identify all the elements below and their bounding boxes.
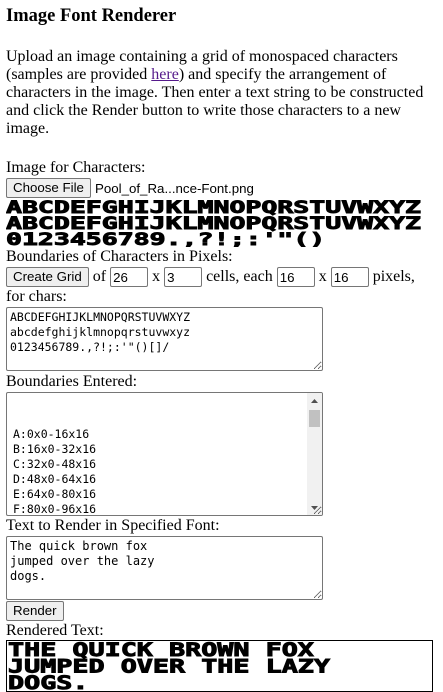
create-grid-button[interactable]: Create Grid [6, 267, 89, 287]
x-text-1: x [152, 268, 161, 285]
boundary-line: A:0x0-16x16 [13, 427, 90, 441]
for-chars-label: for chars: [6, 288, 67, 305]
choose-file-button[interactable]: Choose File [6, 178, 91, 198]
file-input[interactable]: Choose File Pool_of_Ra...nce-Font.png [6, 178, 437, 198]
rows-input[interactable] [164, 267, 203, 287]
of-text: of [92, 268, 107, 285]
rendered-label: Rendered Text: [6, 622, 104, 639]
cell-height-input[interactable] [330, 267, 369, 287]
boundaries-lines: A:0x0-16x16 B:16x0-32x16 C:32x0-48x16 D:48x… [10, 425, 319, 516]
page-title: Image Font Renderer [6, 6, 177, 26]
cells-each-text: cells, each [206, 268, 273, 285]
rendered-image: THE QUICK BROWN FOXJUMPED OVER THE LAZYD… [8, 641, 332, 691]
scroll-up-icon[interactable] [307, 393, 322, 408]
rendered-output: THE QUICK BROWN FOX JUMPED OVER THE LAZY D… [6, 640, 433, 692]
image-label: Image for Characters: [6, 159, 146, 176]
cols-input[interactable] [110, 267, 149, 287]
bitmap-text-row: 0123456789.,?!;:'"() [6, 230, 325, 247]
render-button[interactable]: Render [6, 601, 64, 621]
cell-width-input[interactable] [276, 267, 315, 287]
font-preview-image: ABCDEFGHIJKLMNOPQRSTUVWXYZABCDEFGHIJKLMN… [6, 199, 421, 247]
entered-label: Boundaries Entered: [6, 373, 138, 390]
samples-link[interactable]: here [151, 66, 179, 83]
boundary-line: F:80x0-96x16 [13, 502, 97, 516]
scrollbar[interactable] [307, 393, 322, 515]
grid-controls: Create Grid of x cells, each x pixels, [6, 266, 437, 288]
render-row: Render [6, 600, 437, 622]
page: Image Font Renderer Upload an image cont… [0, 0, 443, 692]
scroll-down-icon[interactable] [307, 500, 322, 515]
boundary-line: C:32x0-48x16 [13, 457, 97, 471]
boundary-line: D:48x0-64x16 [13, 472, 97, 486]
intro-paragraph: Upload an image containing a grid of mon… [6, 48, 437, 138]
boundaries-label: Boundaries of Characters in Pixels: [6, 248, 233, 265]
text-label: Text to Render in Specified Font: [6, 517, 220, 534]
boundaries-textarea[interactable]: A:0x0-16x16 B:16x0-32x16 C:32x0-48x16 D:48x… [6, 392, 323, 516]
file-name: Pool_of_Ra...nce-Font.png [94, 180, 254, 196]
chars-textarea[interactable]: ABCDEFGHIJKLMNOPQRSTUVWXYZ abcdefghijklm… [6, 307, 323, 371]
text-to-render-textarea[interactable]: The quick brown fox jumped over the lazy… [6, 536, 323, 600]
x-text-2: x [318, 268, 327, 285]
bitmap-text-row: DOGS. [8, 673, 89, 691]
boundary-line: B:16x0-32x16 [13, 442, 97, 456]
pixels-text: pixels, [372, 268, 415, 285]
scroll-thumb[interactable] [309, 410, 320, 427]
boundary-line: E:64x0-80x16 [13, 487, 97, 501]
